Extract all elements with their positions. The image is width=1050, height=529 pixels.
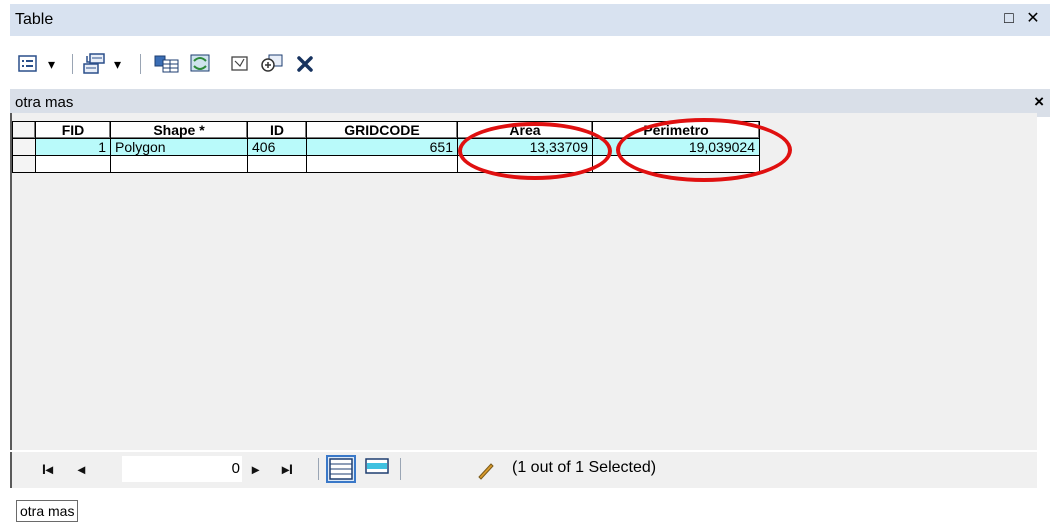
- show-selected-records-button[interactable]: [364, 455, 394, 483]
- table-options-dropdown-icon[interactable]: ▾: [48, 56, 55, 73]
- related-tables-button[interactable]: ▾: [82, 52, 121, 76]
- switch-selection-icon: [190, 54, 210, 72]
- all-records-icon: [329, 458, 353, 480]
- toolbar-separator: [72, 54, 73, 74]
- toolbar-separator: [140, 54, 141, 74]
- tab-close-button[interactable]: ×: [1034, 92, 1044, 112]
- next-record-button[interactable]: ▸: [252, 461, 259, 478]
- footer-separator: [318, 458, 319, 480]
- column-header-shape[interactable]: Shape *: [110, 121, 248, 139]
- title-bar: Table □ ✕: [10, 4, 1050, 36]
- close-button[interactable]: ✕: [1024, 10, 1042, 28]
- zoom-to-selected-icon: [261, 54, 283, 72]
- selection-status: (1 out of 1 Selected): [512, 459, 657, 476]
- corner-cell[interactable]: [12, 121, 36, 139]
- previous-record-button[interactable]: ◂: [78, 461, 85, 478]
- empty-cell[interactable]: [35, 155, 111, 173]
- footer-separator: [400, 458, 401, 480]
- table-navigation-bar: I◂ ◂ 0 ▸ ▸I (1 out of 1 Selected): [10, 452, 1037, 488]
- perimetro-highlight-circle: [616, 118, 792, 182]
- delete-selected-icon: [297, 56, 313, 72]
- table-toolbar: ▾ ▾: [10, 38, 1050, 88]
- window-title: Table: [15, 11, 54, 28]
- cell-shape[interactable]: Polygon: [110, 138, 248, 156]
- delete-selected-button[interactable]: [295, 52, 315, 76]
- table-tab-name: otra mas: [15, 94, 74, 111]
- column-header-id[interactable]: ID: [247, 121, 307, 139]
- clear-selection-button[interactable]: [230, 52, 250, 76]
- zoom-to-selected-button[interactable]: [260, 52, 284, 76]
- restore-button[interactable]: □: [1000, 10, 1018, 28]
- select-by-attributes-icon: [154, 55, 179, 73]
- last-record-button[interactable]: ▸I: [282, 461, 293, 478]
- show-all-records-button[interactable]: [326, 455, 356, 483]
- area-highlight-circle: [458, 122, 612, 180]
- column-header-gridcode[interactable]: GRIDCODE: [306, 121, 458, 139]
- empty-cell[interactable]: [110, 155, 248, 173]
- first-record-button[interactable]: I◂: [42, 461, 53, 478]
- related-tables-dropdown-icon[interactable]: ▾: [114, 56, 121, 73]
- table-options-button[interactable]: ▾: [18, 52, 55, 76]
- switch-selection-button[interactable]: [188, 52, 214, 76]
- select-by-attributes-button[interactable]: [154, 52, 180, 76]
- row-selector[interactable]: [12, 155, 36, 173]
- empty-cell[interactable]: [306, 155, 458, 173]
- cell-fid[interactable]: 1: [35, 138, 111, 156]
- table-options-icon: [18, 55, 37, 72]
- selected-records-icon: [365, 458, 389, 474]
- row-selector[interactable]: [12, 138, 36, 156]
- current-record-field[interactable]: 0: [122, 456, 242, 482]
- cell-id[interactable]: 406: [247, 138, 307, 156]
- clear-selection-icon: [231, 56, 248, 71]
- column-header-fid[interactable]: FID: [35, 121, 111, 139]
- cell-gridcode[interactable]: 651: [306, 138, 458, 156]
- edit-pencil-icon: [476, 460, 496, 485]
- empty-cell[interactable]: [247, 155, 307, 173]
- related-tables-icon: [83, 53, 105, 74]
- bottom-tab-otra-mas[interactable]: otra mas: [16, 500, 79, 522]
